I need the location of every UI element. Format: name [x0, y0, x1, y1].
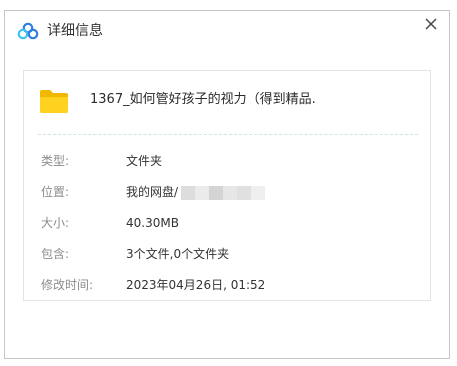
close-icon[interactable] [421, 14, 441, 34]
size-label: 大小: [41, 216, 70, 230]
details-card: 1367_如何管好孩子的视力（得到精品. 类型: 文件夹 位置: 我的网盘/ 大… [23, 70, 431, 301]
modified-label: 修改时间: [41, 278, 94, 292]
divider [38, 134, 418, 135]
blurred-path-mosaic [181, 185, 266, 200]
detail-row-location: 位置: 我的网盘/ [24, 182, 430, 202]
details-dialog: 详细信息 1367_如何管好孩子的视力（得到精品. 类型: 文件夹 位置: 我的… [4, 10, 450, 359]
baidu-netdisk-logo-icon [17, 22, 39, 40]
detail-row-modified: 修改时间: 2023年04月26日, 01:52 [24, 275, 430, 295]
size-value: 40.30MB [126, 216, 179, 230]
contains-label: 包含: [41, 247, 70, 261]
modified-value: 2023年04月26日, 01:52 [126, 278, 266, 292]
detail-row-size: 大小: 40.30MB [24, 213, 430, 233]
detail-row-type: 类型: 文件夹 [24, 151, 430, 171]
type-label: 类型: [41, 154, 70, 168]
contains-value: 3个文件,0个文件夹 [126, 247, 230, 261]
dialog-title: 详细信息 [47, 23, 103, 39]
file-name: 1367_如何管好孩子的视力（得到精品. [90, 92, 316, 107]
location-label: 位置: [41, 185, 70, 199]
dialog-titlebar: 详细信息 [5, 11, 449, 51]
location-value[interactable]: 我的网盘/ [126, 185, 178, 199]
folder-icon [40, 90, 68, 113]
detail-row-contains: 包含: 3个文件,0个文件夹 [24, 244, 430, 264]
type-value: 文件夹 [126, 154, 163, 168]
location-value-wrap: 我的网盘/ [126, 182, 266, 202]
